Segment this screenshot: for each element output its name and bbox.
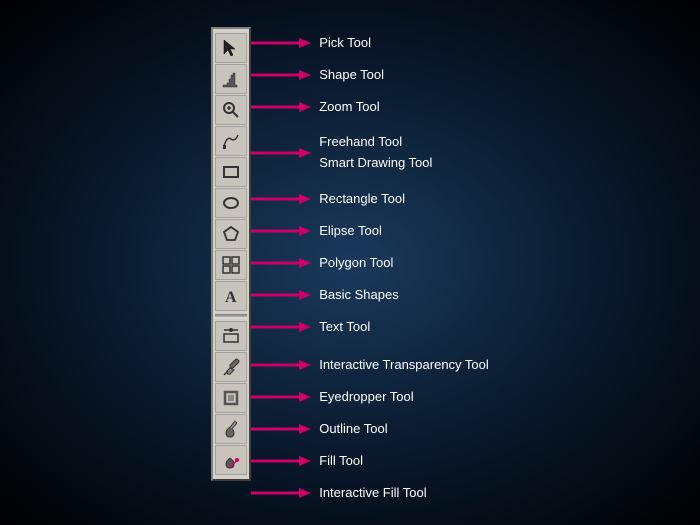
main-container: A bbox=[211, 27, 489, 509]
label-text: Text Tool bbox=[319, 319, 370, 334]
arrows-labels: Pick Tool Shape Tool Zoom Tool Freehand … bbox=[251, 27, 489, 509]
arrow-pick bbox=[251, 34, 311, 52]
row-text: Text Tool bbox=[251, 311, 489, 343]
polygon-tool-btn[interactable] bbox=[215, 219, 247, 249]
ellipse-tool-btn[interactable] bbox=[215, 188, 247, 218]
arrow-ellipse bbox=[251, 222, 311, 240]
label-zoom: Zoom Tool bbox=[319, 99, 379, 114]
pick-tool-btn[interactable] bbox=[215, 33, 247, 63]
label-basic-shapes: Basic Shapes bbox=[319, 287, 399, 302]
label-transparency: Interactive Transparency Tool bbox=[319, 357, 489, 372]
label-polygon: Polygon Tool bbox=[319, 255, 393, 270]
arrow-fill bbox=[251, 452, 311, 470]
toolbar-divider bbox=[215, 314, 247, 318]
label-pick: Pick Tool bbox=[319, 35, 371, 50]
toolbar: A bbox=[211, 27, 251, 481]
labels-freehand-smart: Freehand Tool Smart Drawing Tool bbox=[319, 132, 432, 174]
arrow-outline bbox=[251, 420, 311, 438]
arrow-rectangle bbox=[251, 190, 311, 208]
arrow-polygon bbox=[251, 254, 311, 272]
label-shape: Shape Tool bbox=[319, 67, 384, 82]
label-freehand: Freehand Tool bbox=[319, 132, 432, 153]
row-pick: Pick Tool bbox=[251, 27, 489, 59]
freehand-tool-btn[interactable] bbox=[215, 126, 247, 156]
arrow-transparency bbox=[251, 356, 311, 374]
label-ifill: Interactive Fill Tool bbox=[319, 485, 426, 500]
label-eyedropper: Eyedropper Tool bbox=[319, 389, 413, 404]
arrow-zoom bbox=[251, 98, 311, 116]
row-shape: Shape Tool bbox=[251, 59, 489, 91]
label-fill: Fill Tool bbox=[319, 453, 363, 468]
row-freehand-smart: Freehand Tool Smart Drawing Tool bbox=[251, 123, 489, 183]
label-ellipse: Elipse Tool bbox=[319, 223, 382, 238]
ifill-tool-btn[interactable] bbox=[215, 445, 247, 475]
label-rectangle: Rectangle Tool bbox=[319, 191, 405, 206]
fill-tool-btn[interactable] bbox=[215, 414, 247, 444]
arrow-eyedropper bbox=[251, 388, 311, 406]
svg-text:A: A bbox=[225, 289, 237, 306]
rectangle-tool-btn[interactable] bbox=[215, 157, 247, 187]
arrow-basic-shapes bbox=[251, 286, 311, 304]
eyedropper-tool-btn[interactable] bbox=[215, 352, 247, 382]
zoom-tool-btn[interactable] bbox=[215, 95, 247, 125]
row-polygon: Polygon Tool bbox=[251, 247, 489, 279]
arrow-ifill bbox=[251, 484, 311, 502]
arrow-freehand bbox=[251, 144, 311, 162]
row-zoom: Zoom Tool bbox=[251, 91, 489, 123]
row-basic-shapes: Basic Shapes bbox=[251, 279, 489, 311]
arrow-shape bbox=[251, 66, 311, 84]
row-transparency: Interactive Transparency Tool bbox=[251, 349, 489, 381]
row-ifill: Interactive Fill Tool bbox=[251, 477, 489, 509]
basic-shapes-tool-btn[interactable] bbox=[215, 250, 247, 280]
row-outline: Outline Tool bbox=[251, 413, 489, 445]
arrow-text bbox=[251, 318, 311, 336]
outline-tool-btn[interactable] bbox=[215, 383, 247, 413]
row-rectangle: Rectangle Tool bbox=[251, 183, 489, 215]
transparency-tool-btn[interactable] bbox=[215, 321, 247, 351]
row-eyedropper: Eyedropper Tool bbox=[251, 381, 489, 413]
label-outline: Outline Tool bbox=[319, 421, 387, 436]
row-ellipse: Elipse Tool bbox=[251, 215, 489, 247]
text-tool-btn[interactable]: A bbox=[215, 281, 247, 311]
shape-tool-btn[interactable] bbox=[215, 64, 247, 94]
row-fill: Fill Tool bbox=[251, 445, 489, 477]
label-smart: Smart Drawing Tool bbox=[319, 153, 432, 174]
